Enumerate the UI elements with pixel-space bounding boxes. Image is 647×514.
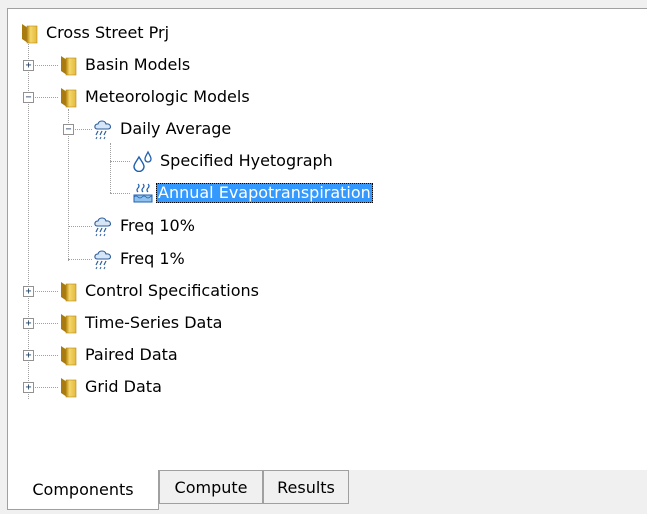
rain-cloud-icon (92, 118, 114, 140)
tree-node-label: Time-Series Data (85, 313, 223, 332)
water-drops-icon (132, 150, 154, 172)
folder-icon (57, 344, 79, 366)
tree-node-label: Meteorologic Models (85, 87, 250, 106)
tree-connector (68, 259, 92, 260)
tree-node-control-specifications[interactable]: Control Specifications (57, 279, 261, 303)
folder-icon (57, 312, 79, 334)
tab-compute[interactable]: Compute (159, 470, 263, 504)
tree-node-time-series-data[interactable]: Time-Series Data (57, 311, 224, 335)
folder-icon (57, 86, 79, 108)
tree-connector (110, 143, 111, 193)
tab-results[interactable]: Results (263, 470, 349, 504)
expand-toggle-control-specifications[interactable]: + (23, 286, 34, 297)
tree-node-label: Basin Models (85, 55, 191, 74)
tree-node-label: Paired Data (85, 345, 178, 364)
components-tree-panel[interactable]: + − − + + + + Cross Street Prj Basin Mod… (7, 8, 647, 470)
evapotranspiration-icon (132, 182, 154, 204)
tree-connector (110, 161, 130, 162)
tree-node-label: Specified Hyetograph (160, 151, 333, 170)
tree-node-grid-data[interactable]: Grid Data (57, 375, 164, 399)
collapse-toggle-daily-average[interactable]: − (63, 124, 74, 135)
expand-toggle-paired-data[interactable]: + (23, 350, 34, 361)
tree-node-specified-hyetograph[interactable]: Specified Hyetograph (132, 149, 335, 173)
tree-node-label: Grid Data (85, 377, 162, 396)
tree-node-paired-data[interactable]: Paired Data (57, 343, 180, 367)
tree-node-meteorologic-models[interactable]: Meteorologic Models (57, 85, 252, 109)
tree-node-freq-1[interactable]: Freq 1% (92, 247, 187, 271)
tree-connector (110, 193, 130, 194)
tree-node-freq-10[interactable]: Freq 10% (92, 214, 197, 238)
tree-node-label: Freq 1% (120, 249, 185, 268)
rain-cloud-icon (92, 215, 114, 237)
expand-toggle-time-series-data[interactable]: + (23, 318, 34, 329)
tree-node-basin-models[interactable]: Basin Models (57, 53, 192, 77)
tree-node-label: Daily Average (120, 119, 232, 138)
collapse-toggle-meteorologic-models[interactable]: − (23, 92, 34, 103)
tree-node-label: Cross Street Prj (46, 23, 170, 42)
tree-node-daily-average[interactable]: Daily Average (92, 117, 233, 141)
tree-node-annual-evapotranspiration[interactable]: Annual Evapotranspiration (132, 181, 373, 205)
tree-node-root[interactable]: Cross Street Prj (18, 21, 171, 45)
rain-cloud-icon (92, 248, 114, 270)
folder-icon (57, 280, 79, 302)
tree-node-label: Control Specifications (85, 281, 259, 300)
tree-connector (68, 226, 92, 227)
tree-node-label: Freq 10% (120, 216, 195, 235)
expand-toggle-basin-models[interactable]: + (23, 60, 34, 71)
tree-node-label: Annual Evapotranspiration (156, 183, 373, 203)
folder-icon (18, 22, 40, 44)
tab-components[interactable]: Components (7, 470, 159, 510)
folder-icon (57, 54, 79, 76)
expand-toggle-grid-data[interactable]: + (23, 382, 34, 393)
folder-icon (57, 376, 79, 398)
